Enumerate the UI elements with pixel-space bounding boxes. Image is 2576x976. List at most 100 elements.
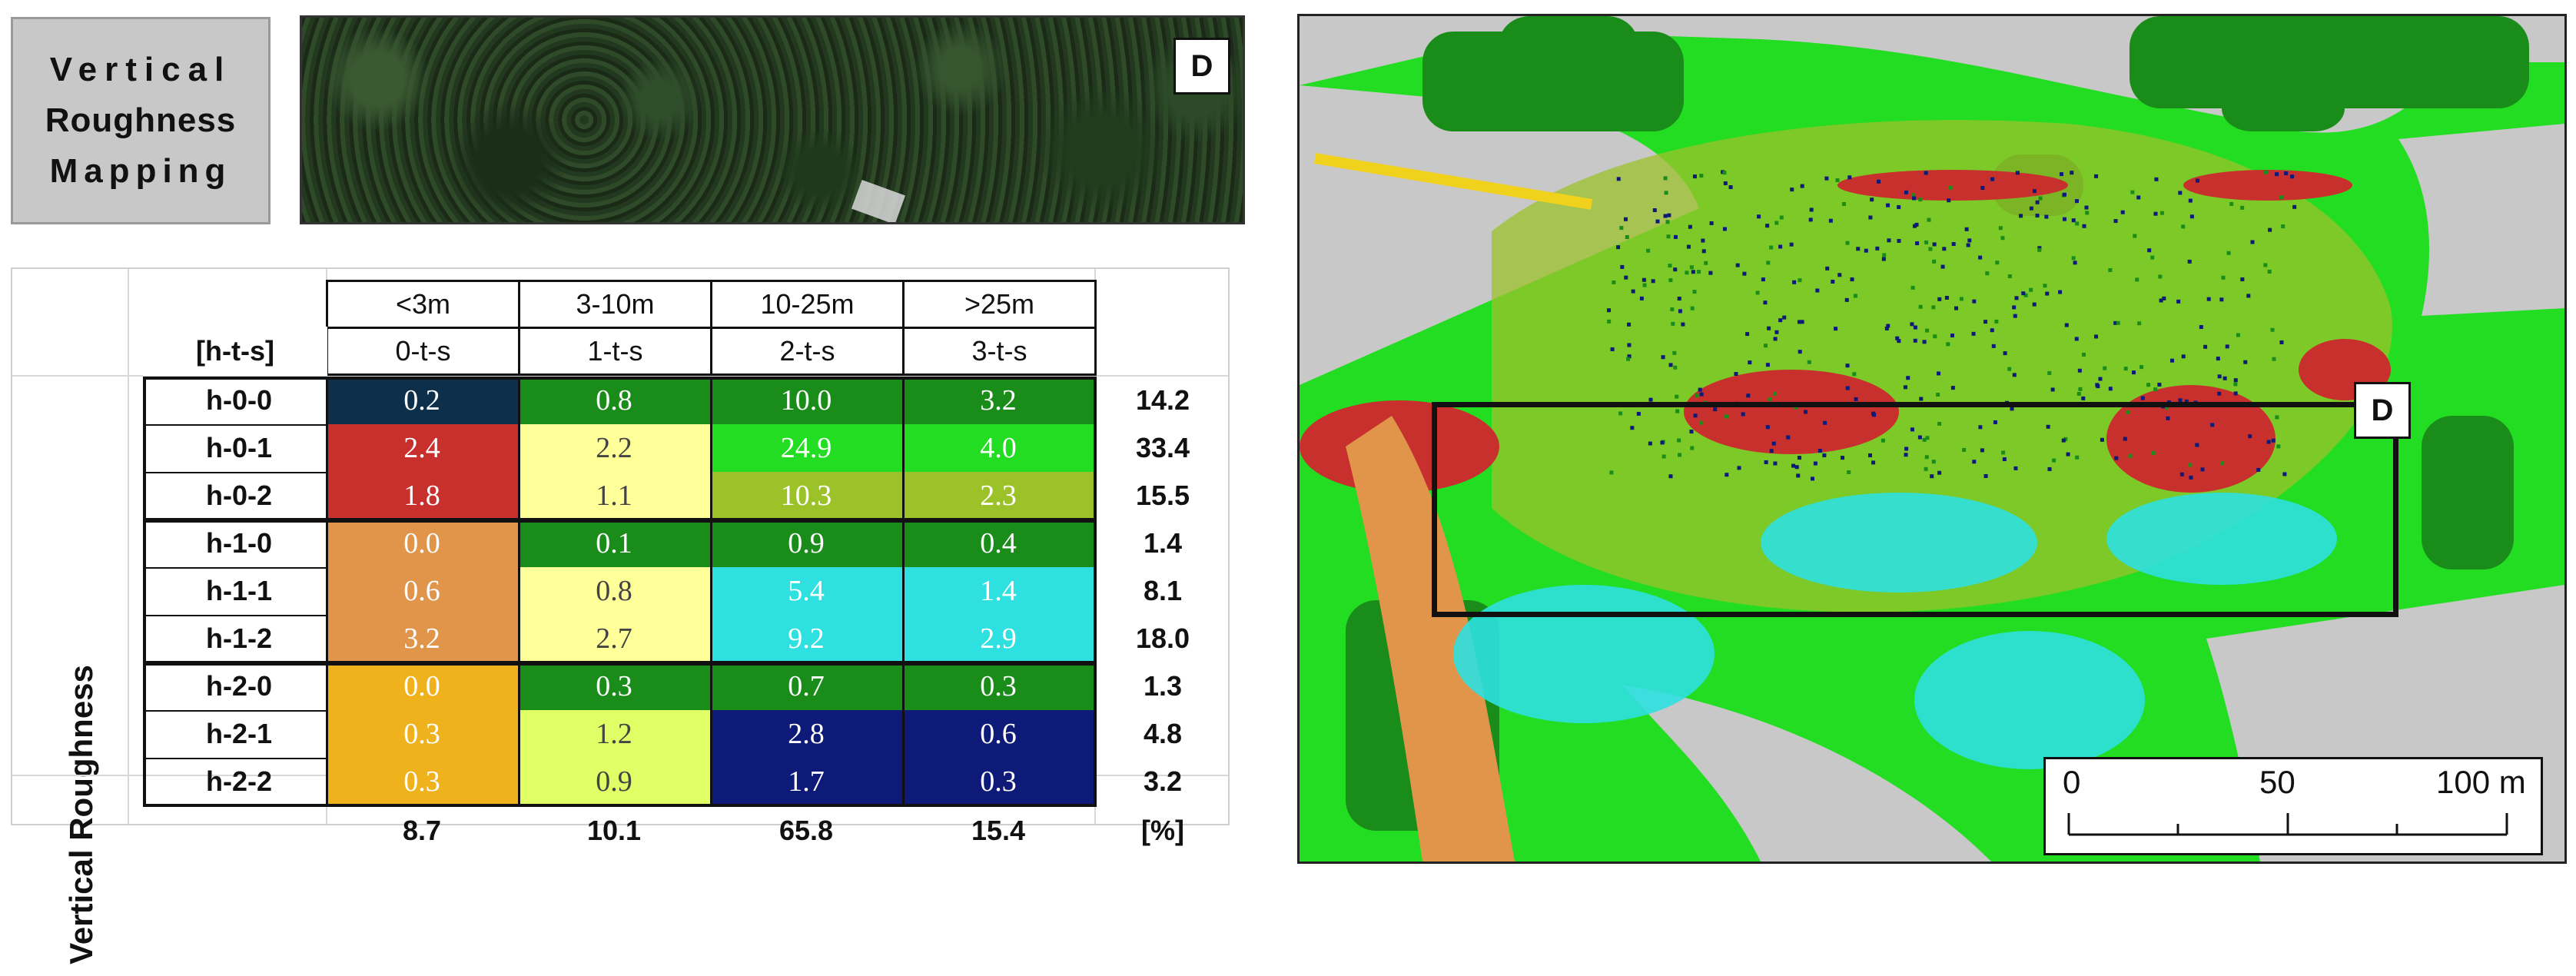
map-speckle <box>2007 367 2012 371</box>
map-speckle <box>1940 264 1945 269</box>
table-cell: 2.3 <box>902 472 1094 520</box>
map-speckle <box>2081 396 2086 400</box>
map-speckle <box>2074 337 2079 341</box>
map-speckle <box>1966 243 1970 247</box>
map-speckle <box>2078 387 2083 391</box>
map-speckle <box>2133 234 2137 238</box>
map-speckle <box>1663 214 1668 218</box>
map-speckle <box>1950 334 1954 338</box>
map-speckle <box>1619 226 1624 231</box>
title-line-1: Vertical <box>49 51 232 88</box>
map-speckle <box>2181 354 2186 359</box>
map-speckle <box>2275 172 2279 177</box>
map-speckle <box>2139 365 2144 370</box>
map-cyan-patch <box>1914 631 2145 769</box>
map-speckle <box>1692 174 1697 179</box>
map-speckle <box>2263 170 2268 174</box>
map-speckle <box>1672 350 1677 355</box>
map-speckle <box>2085 211 2090 215</box>
row-label: h-0-2 <box>205 480 272 511</box>
map-speckle <box>1877 179 1881 184</box>
map-speckle <box>2272 357 2276 361</box>
map-speckle <box>1624 275 1628 280</box>
row-label: h-0-1 <box>205 432 272 463</box>
row-label: h-1-0 <box>205 527 272 559</box>
map-speckle <box>1631 289 1635 294</box>
map-speckle <box>1742 271 1747 276</box>
column-divider <box>902 377 905 805</box>
table-cell: 2.7 <box>518 615 710 662</box>
map-speckle <box>2035 200 2040 204</box>
map-speckle <box>1972 299 1977 304</box>
map-speckle <box>1765 363 1770 367</box>
map-speckle <box>2147 248 2152 253</box>
map-speckle <box>2047 370 2052 375</box>
row-total: 33.4 <box>1135 432 1190 463</box>
map-speckle <box>1782 315 1787 320</box>
map-speckle <box>1837 273 1842 277</box>
map-speckle <box>2075 199 2080 204</box>
map-speckle <box>1616 177 1621 181</box>
map-speckle <box>2290 174 2295 179</box>
map-speckle <box>1689 265 1694 270</box>
code-header: [h-t-s] <box>143 327 327 376</box>
gridline-v <box>128 269 129 824</box>
map-speckle <box>1998 226 2003 231</box>
map-speckle <box>1983 320 1988 324</box>
map-speckle <box>1924 240 1929 244</box>
map-speckle <box>2226 251 2231 255</box>
axis-label-text: Vertical Roughness <box>63 665 100 964</box>
map-speckle <box>1698 387 1702 392</box>
map-speckle <box>1763 300 1768 305</box>
map-speckle <box>1895 336 1900 340</box>
map-speckle <box>1852 372 1857 377</box>
row-label: h-1-1 <box>205 575 272 606</box>
map-speckle <box>1809 207 1814 212</box>
map-speckle <box>1673 365 1678 370</box>
table-cell: 1.7 <box>710 758 902 805</box>
map-speckle <box>2032 189 2037 194</box>
map-speckle <box>1626 357 1631 361</box>
table-cell: 0.2 <box>326 377 518 424</box>
map-speckle <box>2132 370 2136 375</box>
row-divider <box>143 472 326 473</box>
map-speckle <box>1695 393 1699 398</box>
map-speckle <box>1699 392 1704 397</box>
row-divider <box>143 424 326 426</box>
map-speckle <box>1835 178 1840 183</box>
map-speckle <box>1834 327 1838 331</box>
map-speckle <box>2123 367 2128 371</box>
map-speckle <box>1948 185 1953 190</box>
map-speckle <box>1990 177 1995 181</box>
table-cell: 0.0 <box>326 662 518 710</box>
map-speckle <box>2236 333 2240 337</box>
aerial-photo: D <box>300 15 1245 224</box>
row-label: h-2-0 <box>205 670 272 702</box>
map-speckle <box>1915 241 1920 246</box>
title-box: Vertical Roughness Mapping <box>11 17 271 224</box>
table-cell: 0.0 <box>326 520 518 567</box>
row-divider <box>143 567 326 569</box>
map-speckle <box>1951 242 1956 247</box>
scale-bar: 0 50 100 m <box>2043 757 2543 855</box>
map-speckle <box>1665 220 1670 224</box>
map-forest <box>1499 16 1638 70</box>
map-speckle <box>1910 322 1914 327</box>
map-speckle <box>1946 342 1950 347</box>
height-class-header: <3m <box>326 280 520 329</box>
map-speckle <box>1800 184 1804 188</box>
map-speckle <box>1767 326 1771 330</box>
map-speckle <box>1627 322 1632 327</box>
map-speckle <box>1773 391 1778 396</box>
map-speckle <box>1648 397 1653 402</box>
height-class-header: 3-10m <box>518 280 712 329</box>
map-speckle <box>2187 259 2192 264</box>
map-speckle <box>2019 214 2023 218</box>
map-speckle <box>2029 206 2033 211</box>
map-speckle <box>2050 387 2055 392</box>
row-total: 8.1 <box>1143 575 1183 606</box>
map-speckle <box>1918 198 1923 202</box>
map-speckle <box>2158 274 2163 279</box>
column-total: 10.1 <box>586 815 642 846</box>
map-speckle <box>1980 186 1985 191</box>
